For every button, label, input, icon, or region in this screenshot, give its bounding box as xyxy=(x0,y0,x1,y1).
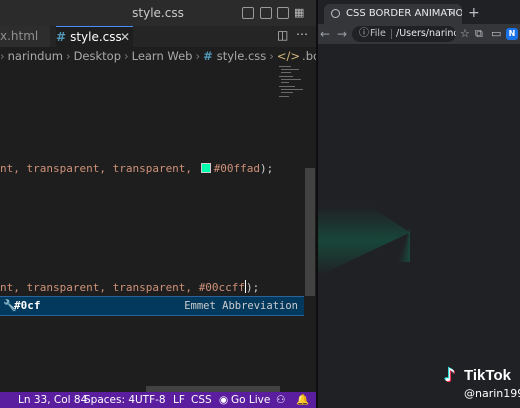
tab-label: style.css xyxy=(70,30,122,44)
chevron-right-icon: › xyxy=(269,49,274,63)
vertical-scrollbar[interactable] xyxy=(305,168,315,296)
selector-symbol-icon: </> xyxy=(276,49,301,63)
customize-layout-icon[interactable]: ▦ xyxy=(294,7,306,19)
breadcrumb: › narindum › Desktop › Learn Web › # style.css › <… xyxy=(0,47,316,65)
code-punctuation: ); xyxy=(246,281,260,294)
toggle-secondary-sidebar-icon[interactable] xyxy=(277,7,289,19)
broadcast-icon: ◉ xyxy=(219,394,229,406)
end-of-line[interactable]: LF xyxy=(173,392,185,408)
omnibox-separator xyxy=(391,29,392,39)
address-bar[interactable]: ⓘ File /Users/narindu... xyxy=(352,26,456,42)
tab-style-css[interactable]: # style.css ✕ xyxy=(56,26,133,47)
indentation[interactable]: Spaces: 4 xyxy=(84,392,135,408)
editor-title-bar: style.css ▦ xyxy=(0,0,316,27)
extensions-icon[interactable]: ⧉ xyxy=(475,25,483,43)
feedback-icon[interactable]: ⚇ xyxy=(276,392,285,408)
back-icon[interactable]: ← xyxy=(320,25,330,43)
tiktok-brand: TikTok xyxy=(464,367,511,384)
forward-icon[interactable]: → xyxy=(337,25,347,43)
tab-label: x.html xyxy=(0,29,39,43)
close-tab-icon[interactable]: ✕ xyxy=(120,27,130,48)
code-line[interactable]: nt, transparent, transparent, #00ffad); xyxy=(0,161,273,177)
chevron-right-icon: › xyxy=(65,49,71,63)
breadcrumb-item[interactable]: Desktop xyxy=(74,49,121,63)
profile-avatar[interactable]: N xyxy=(506,28,518,40)
tiktok-logo-icon: ♪ xyxy=(444,365,456,386)
suggestion-detail: Emmet Abbreviation xyxy=(184,300,298,312)
color-swatch[interactable] xyxy=(200,163,211,173)
code-text: nt, transparent, transparent, xyxy=(0,162,199,175)
tab-html-file[interactable]: x.html xyxy=(0,26,50,47)
more-actions-icon[interactable]: ⋯ xyxy=(296,27,308,41)
browser-tab[interactable]: CSS BORDER ANIMATION × xyxy=(324,4,462,24)
color-value: #00ffad xyxy=(213,162,261,175)
browser-toolbar: ← → ⓘ File /Users/narindu... ☆ ⧉ ▭ N xyxy=(318,24,520,44)
close-tab-icon[interactable]: × xyxy=(448,4,456,24)
info-icon: ⓘ xyxy=(359,28,369,39)
browser-tab-title: CSS BORDER ANIMATION xyxy=(346,8,462,19)
bell-icon[interactable]: 🔔 xyxy=(296,392,309,408)
new-tab-button[interactable]: + xyxy=(468,4,480,22)
toggle-sidebar-icon[interactable] xyxy=(242,7,254,19)
breadcrumb-item[interactable]: narindum xyxy=(8,49,63,63)
file-scheme-label: File xyxy=(370,28,386,39)
creator-handle: @narin199 xyxy=(464,387,520,400)
css-file-icon: # xyxy=(56,30,67,44)
globe-icon xyxy=(331,9,340,18)
breadcrumb-item[interactable]: style.css xyxy=(217,49,267,63)
encoding[interactable]: UTF-8 xyxy=(135,392,166,408)
browser-tab-strip: CSS BORDER ANIMATION × + xyxy=(318,0,520,24)
breadcrumb-item[interactable]: Learn Web xyxy=(132,49,193,63)
bookmark-star-icon[interactable]: ☆ xyxy=(460,25,470,43)
code-text: nt, transparent, transparent, xyxy=(0,281,199,294)
url-text: /Users/narindu... xyxy=(396,28,456,39)
editor-tab-bar: x.html # style.css ✕ ◫ ⋯ xyxy=(0,26,316,47)
go-live-button[interactable]: Go Live xyxy=(231,392,270,408)
suggestion-label: #0cf xyxy=(14,299,41,312)
tiktok-watermark: ♪ TikTok @narin199 xyxy=(444,365,520,408)
suggestion-widget[interactable]: 🔧 #0cf Emmet Abbreviation xyxy=(0,296,304,316)
chevron-right-icon: › xyxy=(124,49,129,63)
toggle-panel-icon[interactable] xyxy=(260,7,272,19)
cursor-position[interactable]: Ln 33, Col 84 xyxy=(18,392,87,408)
status-bar: Ln 33, Col 84 Spaces: 4 UTF-8 LF CSS ◉ G… xyxy=(0,392,316,408)
language-mode[interactable]: CSS xyxy=(191,392,212,408)
minimap[interactable] xyxy=(279,66,309,102)
code-editor: style.css ▦ x.html # style.css ✕ ◫ ⋯ › nar… xyxy=(0,0,316,408)
browser-viewport xyxy=(318,44,520,408)
chevron-right-icon: › xyxy=(0,49,5,63)
chevron-right-icon: › xyxy=(195,49,201,63)
animated-border-box xyxy=(318,102,410,262)
code-line-active[interactable]: nt, transparent, transparent, #00ccff); xyxy=(0,280,259,296)
split-editor-icon[interactable]: ◫ xyxy=(277,28,288,42)
browser-window: CSS BORDER ANIMATION × + ← → ⓘ File /Use… xyxy=(318,0,520,408)
side-panel-icon[interactable]: ▭ xyxy=(491,25,501,43)
css-file-icon: # xyxy=(203,49,213,63)
color-value: #00ccff xyxy=(198,281,246,294)
code-punctuation: ); xyxy=(260,162,274,175)
breadcrumb-item[interactable]: .box::after xyxy=(302,49,316,63)
